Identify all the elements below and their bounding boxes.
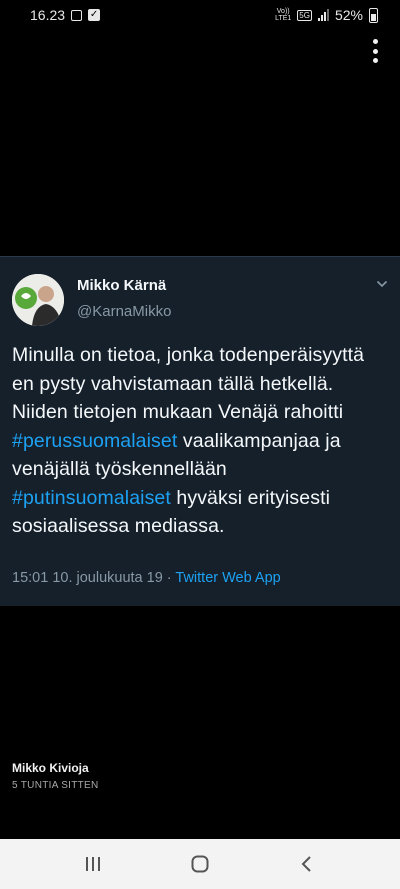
status-left: 16.23 ✓ — [30, 7, 101, 23]
status-bar: 16.23 ✓ Vo)) LTE1 5G 52% — [0, 0, 400, 30]
volte-label: Vo)) — [276, 8, 290, 15]
navigation-bar — [0, 839, 400, 889]
author-name[interactable]: Mikko Kärnä — [77, 277, 166, 294]
lte-label: LTE1 — [275, 15, 292, 22]
back-icon[interactable] — [287, 849, 327, 879]
chevron-down-icon[interactable] — [376, 279, 388, 289]
tweet-text-part: Minulla on tietoa, jonka todenperäisyytt… — [12, 344, 365, 423]
tweet-text: Minulla on tietoa, jonka todenperäisyytt… — [12, 341, 390, 541]
home-icon[interactable] — [180, 849, 220, 879]
source-app-link[interactable]: Twitter Web App — [175, 570, 280, 586]
network-5g-badge: 5G — [297, 9, 312, 21]
battery-icon — [369, 7, 378, 23]
author-handle[interactable]: @KarnaMikko — [77, 303, 171, 320]
tweet-card: Mikko Kärnä @KarnaMikko Minulla on tieto… — [0, 256, 400, 606]
hashtag-link[interactable]: #putinsuomalaiset — [12, 487, 171, 509]
recent-apps-icon[interactable] — [73, 849, 113, 879]
hashtag-link[interactable]: #perussuomalaiset — [12, 430, 177, 452]
posted-time: 5 TUNTIA SITTEN — [12, 780, 99, 791]
gallery-icon — [71, 9, 83, 21]
signal-icon — [317, 9, 329, 21]
tweet-meta: 15:01 10. joulukuuta 19 · Twitter Web Ap… — [12, 570, 281, 586]
check-icon: ✓ — [88, 9, 101, 21]
avatar[interactable] — [12, 274, 64, 326]
poster-name[interactable]: Mikko Kivioja — [12, 761, 89, 775]
network-indicator: Vo)) LTE1 — [275, 8, 291, 22]
screen: 16.23 ✓ Vo)) LTE1 5G 52% Mikko Kärnä @Ka… — [0, 0, 400, 889]
status-right: Vo)) LTE1 5G 52% — [275, 7, 378, 23]
clock: 16.23 — [30, 7, 66, 23]
tweet-timestamp: 15:01 10. joulukuuta 19 · — [12, 570, 176, 586]
more-options-icon[interactable] — [371, 39, 379, 63]
battery-percent: 52% — [334, 7, 363, 23]
